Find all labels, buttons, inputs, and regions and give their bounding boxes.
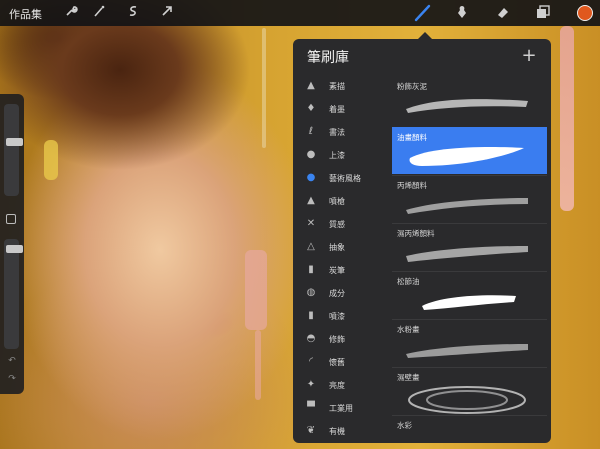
category-item[interactable]: ❦ 有機 [299,422,387,442]
airbrush-icon: ▲ [307,195,315,206]
brush-stroke-preview [406,99,528,113]
touchup-icon: ◓ [306,333,316,344]
category-item[interactable]: ▀ 工業用 [299,399,387,419]
paint-drip [560,26,574,211]
spray-icon: ▮ [308,310,314,321]
category-item[interactable]: ▮ 炭筆 [299,261,387,281]
brush-item[interactable]: 濕丙烯顏料 [392,223,547,270]
anvil-icon: ▀ [307,402,315,413]
category-item[interactable]: ◓ 修飾 [299,330,387,350]
paint-drip [44,140,58,180]
texture-icon: ✕ [306,218,316,229]
top-toolbar: 作品集 [0,0,600,26]
panel-title: 筆刷庫 [307,50,349,66]
category-item[interactable]: ◍ 成分 [299,284,387,304]
brush-item[interactable]: 松節油 [392,271,547,318]
selection-icon[interactable] [124,4,142,22]
brush-stroke-preview [409,147,524,166]
sparkle-icon: ✦ [306,379,316,390]
category-item[interactable]: △ 抽象 [299,238,387,258]
brush-list: 粉飾灰泥 油畫顏料 丙烯顏料 濕丙烯顏料 松節油 水粉畫 濕壁畫 水彩 [392,77,547,443]
left-sidebar: ↶ ↷ [0,94,24,394]
layers-icon[interactable] [534,4,552,22]
modify-button[interactable] [6,214,16,224]
opacity-thumb[interactable] [6,245,23,253]
brush-library-panel: 筆刷庫 + ▲ 素描 ♦ 着墨 ℓ 書法 ● 上漆 ● 藝術風格 ▲ 噴槍 ✕ 質感 △ 抽象 … [293,39,551,443]
category-item[interactable]: ● 藝術風格 [299,169,387,189]
brush-icon[interactable] [411,2,435,24]
brush-item[interactable]: 水粉畫 [392,319,547,366]
eraser-icon[interactable] [494,4,512,22]
brush-size-thumb[interactable] [6,138,23,146]
brush-item[interactable]: 水彩 [392,415,547,443]
retro-icon: ◜ [309,356,313,367]
redo-icon[interactable]: ↷ [5,374,19,384]
popover-caret [418,32,432,39]
charcoal-icon: ▮ [308,264,314,275]
add-brush-button[interactable]: + [519,45,539,66]
category-item[interactable]: ℓ 書法 [299,123,387,143]
category-item[interactable]: ♦ 着墨 [299,100,387,120]
undo-icon[interactable]: ↶ [5,356,19,366]
elements-icon: ◍ [306,287,316,298]
wrench-icon[interactable] [62,4,80,22]
category-item[interactable]: ● 上漆 [299,146,387,166]
calligraphy-icon: ℓ [308,126,314,137]
gallery-button[interactable]: 作品集 [9,6,42,22]
brush-item[interactable]: 油畫顏料 [392,127,547,174]
brush-stroke-preview [408,386,526,414]
brush-stroke-preview [406,246,528,262]
paint-drip [262,28,266,148]
triangle-icon: △ [307,241,315,252]
art-drop-icon: ● [306,172,316,183]
color-picker-button[interactable] [577,5,593,21]
paint-drip [245,250,267,330]
transform-arrow-icon[interactable] [158,4,176,22]
magic-wand-icon[interactable] [90,4,108,22]
category-item[interactable]: ✦ 亮度 [299,376,387,396]
paint-drop-icon: ● [306,149,316,160]
brush-stroke-preview [406,344,528,358]
brush-item[interactable]: 丙烯顏料 [392,175,547,222]
category-item[interactable]: ✕ 質感 [299,215,387,235]
brush-item[interactable]: 濕壁畫 [392,367,547,414]
category-item[interactable]: ▲ 素描 [299,77,387,97]
brush-size-slider[interactable] [4,104,23,196]
brush-item[interactable]: 粉飾灰泥 [392,77,547,123]
brush-stroke-preview [422,295,516,310]
paint-drip [255,330,261,400]
category-item[interactable]: ▲ 噴槍 [299,192,387,212]
category-item[interactable]: ◜ 懷舊 [299,353,387,373]
opacity-slider[interactable] [4,239,23,349]
brush-stroke-preview [406,198,528,214]
smudge-icon[interactable] [453,4,471,22]
category-item[interactable]: ▮ 噴漆 [299,307,387,327]
leaf-icon: ❦ [306,425,316,436]
pencil-icon: ▲ [307,80,315,91]
ink-drop-icon: ♦ [306,103,316,114]
